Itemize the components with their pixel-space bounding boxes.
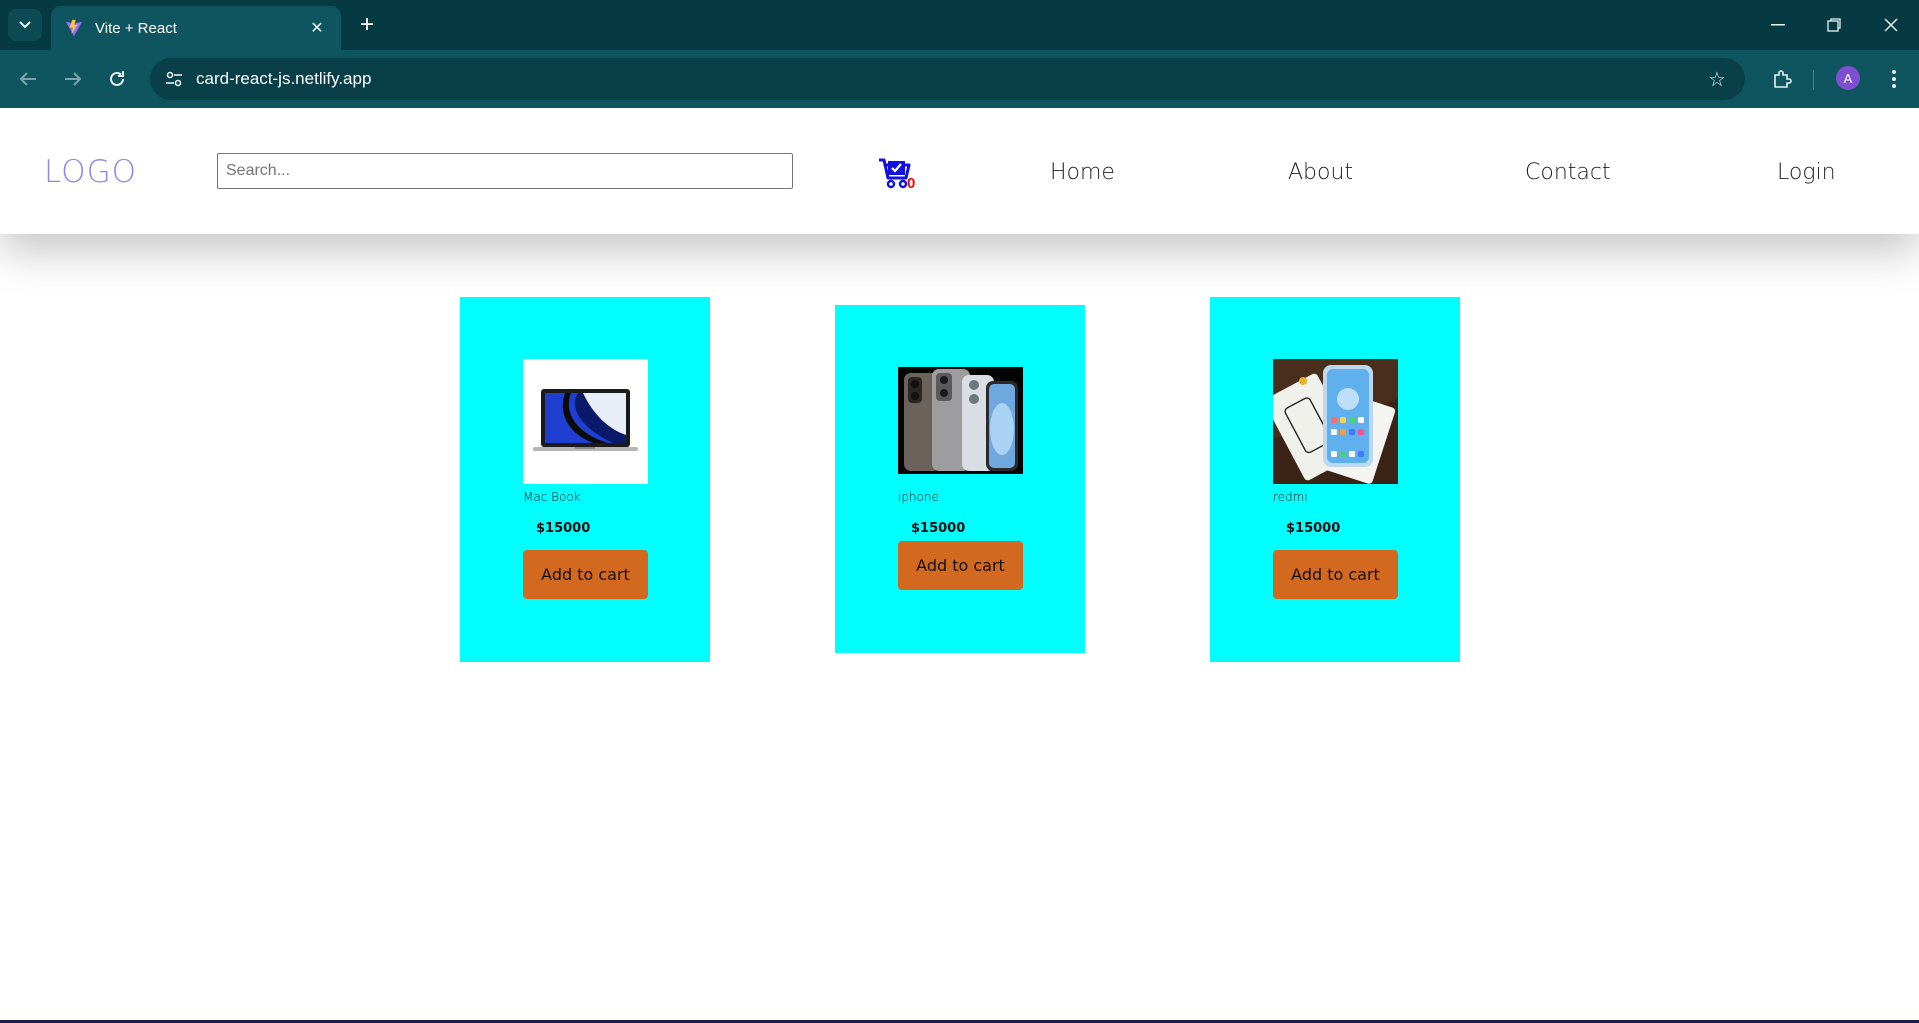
site-navbar: LOGO 0 Home About Contact Login xyxy=(0,108,1919,234)
site-info-icon[interactable] xyxy=(162,67,186,91)
profile-avatar[interactable]: A xyxy=(1836,66,1860,90)
product-image-macbook xyxy=(523,359,648,484)
url-text[interactable]: card-react-js.netlify.app xyxy=(196,69,371,89)
close-window-button[interactable] xyxy=(1871,10,1911,40)
nav-link-about[interactable]: About xyxy=(1288,160,1353,185)
bookmark-star-icon[interactable]: ☆ xyxy=(1705,67,1729,91)
back-button[interactable] xyxy=(12,63,44,95)
add-to-cart-button[interactable]: Add to cart xyxy=(1273,550,1398,599)
product-price: $15000 xyxy=(536,521,591,536)
browser-tab-strip: Vite + React ✕ + xyxy=(0,0,1919,50)
product-card: redmi $15000 Add to cart xyxy=(1210,297,1460,662)
nav-link-login[interactable]: Login xyxy=(1777,160,1836,185)
new-tab-button[interactable]: + xyxy=(351,9,383,41)
site-logo[interactable]: LOGO xyxy=(44,154,137,190)
product-name: Mac Book xyxy=(523,490,581,504)
add-to-cart-button[interactable]: Add to cart xyxy=(898,541,1023,590)
minimize-icon xyxy=(1771,24,1785,26)
forward-button[interactable] xyxy=(57,63,89,95)
extensions-button[interactable] xyxy=(1766,63,1798,95)
vite-logo-icon xyxy=(65,19,83,37)
product-image-iphone xyxy=(898,367,1023,474)
product-card: Mac Book $15000 Add to cart xyxy=(460,297,710,662)
address-bar[interactable]: card-react-js.netlify.app ☆ xyxy=(150,58,1745,100)
product-price: $15000 xyxy=(1286,521,1341,536)
product-name: redmi xyxy=(1273,490,1308,504)
restore-icon xyxy=(1827,18,1841,32)
reload-icon xyxy=(110,71,124,86)
product-price: $15000 xyxy=(911,521,966,536)
nav-link-contact[interactable]: Contact xyxy=(1525,160,1611,185)
back-arrow-icon xyxy=(19,72,36,86)
product-card: iphone $15000 Add to cart xyxy=(835,305,1085,653)
product-name: iphone xyxy=(898,490,939,504)
minimize-button[interactable] xyxy=(1758,10,1798,40)
browser-tab[interactable]: Vite + React ✕ xyxy=(51,6,341,50)
restore-button[interactable] xyxy=(1814,10,1854,40)
toolbar-separator xyxy=(1813,70,1814,90)
cart-count-badge: 0 xyxy=(907,175,916,192)
product-image-redmi xyxy=(1273,359,1398,484)
add-to-cart-button[interactable]: Add to cart xyxy=(523,550,648,599)
puzzle-icon xyxy=(1774,70,1792,88)
forward-arrow-icon xyxy=(65,72,82,86)
close-icon xyxy=(1884,18,1898,32)
more-vertical-icon xyxy=(1892,70,1896,88)
browser-menu-button[interactable] xyxy=(1878,63,1910,95)
tab-title: Vite + React xyxy=(95,19,177,37)
close-tab-icon[interactable]: ✕ xyxy=(303,14,331,42)
tab-search-button[interactable] xyxy=(8,9,42,41)
search-input[interactable] xyxy=(217,153,793,189)
chevron-down-icon xyxy=(19,21,31,29)
nav-link-home[interactable]: Home xyxy=(1050,160,1115,185)
web-page: LOGO 0 Home About Contact Login xyxy=(0,108,1919,1023)
reload-button[interactable] xyxy=(101,63,133,95)
browser-toolbar: card-react-js.netlify.app ☆ xyxy=(0,50,1919,108)
